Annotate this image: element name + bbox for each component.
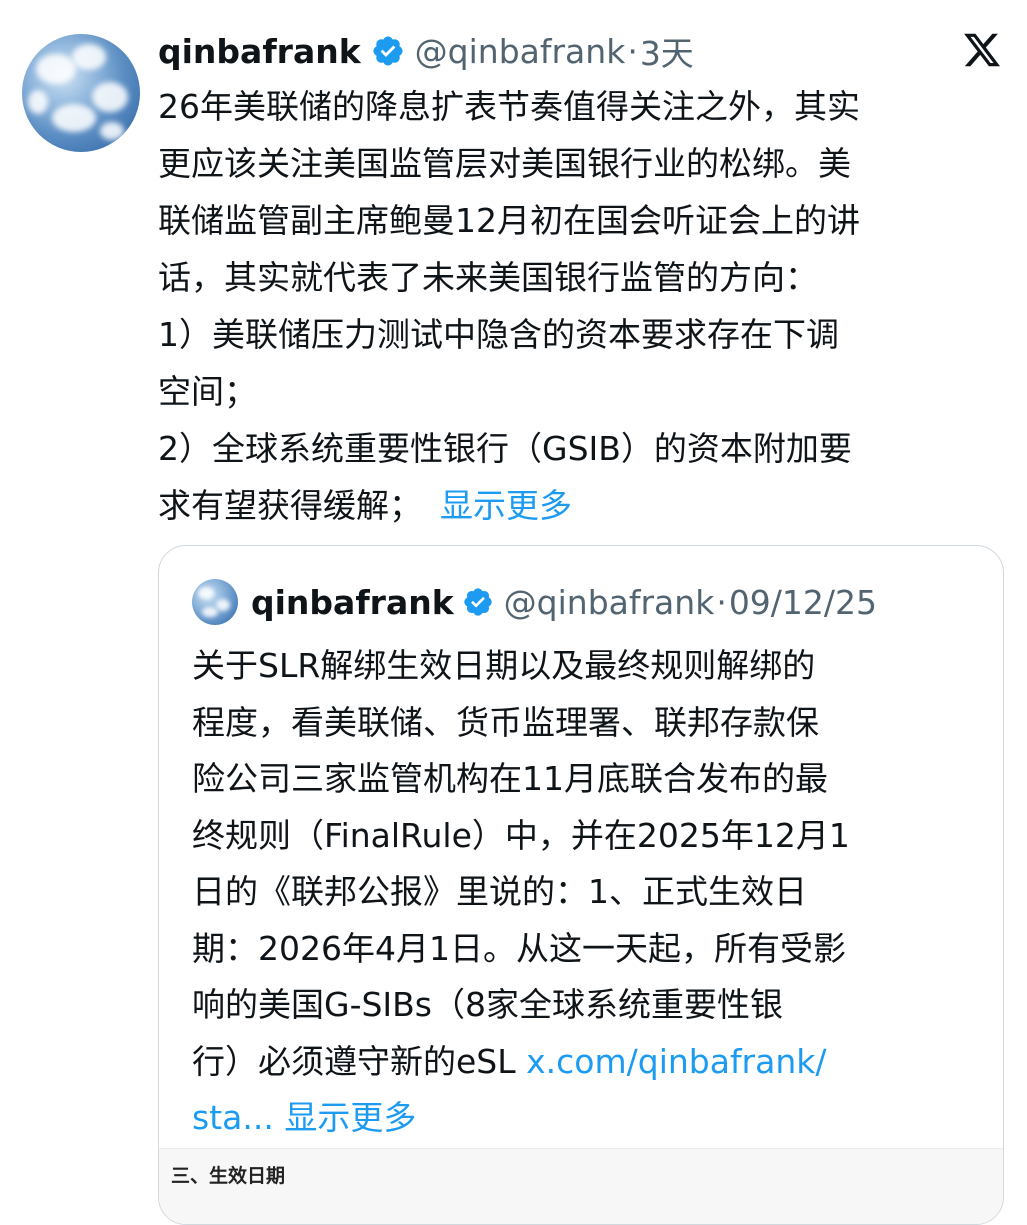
media-caption: 三、生效日期: [171, 1165, 286, 1187]
tweet[interactable]: qinbafrank @qinbafrank · 3天 26年美联储的降息扩表节…: [0, 0, 1027, 1225]
tweet-line: 1）美联储压力测试中隐含的资本要求存在下调: [158, 315, 839, 354]
tweet-line-last: 求有望获得缓解； 显示更多: [158, 477, 1003, 534]
show-more-link[interactable]: 显示更多: [440, 486, 572, 525]
quoted-line: 行）必须遵守新的eSL: [192, 1041, 527, 1081]
quoted-show-more-link[interactable]: 显示更多: [284, 1098, 416, 1137]
quoted-handle[interactable]: @qinbafrank: [504, 583, 715, 622]
tweet-line: 求有望获得缓解；: [158, 486, 422, 525]
tweet-header: qinbafrank @qinbafrank · 3天: [158, 28, 694, 74]
display-name[interactable]: qinbafrank: [158, 32, 361, 71]
quoted-tweet-card[interactable]: qinbafrank @qinbafrank · 09/12/25 关于SLR解…: [158, 545, 1004, 1225]
quoted-avatar[interactable]: [192, 579, 238, 625]
quoted-line: 期：2026年4月1日。从这一天起，所有受影: [192, 928, 846, 968]
quoted-url-link-tail[interactable]: sta...: [192, 1098, 274, 1137]
timestamp[interactable]: 3天: [640, 27, 694, 75]
quoted-line-tail: sta... 显示更多: [192, 1090, 982, 1147]
quoted-timestamp[interactable]: 09/12/25: [729, 583, 877, 622]
tweet-line: 话，其实就代表了未来美国银行监管的方向：: [158, 258, 818, 297]
separator-dot: ·: [716, 582, 727, 622]
quoted-line: 响的美国G-SIBs（8家全球系统重要性银: [192, 985, 783, 1024]
avatar[interactable]: [22, 34, 140, 152]
quoted-url-link[interactable]: x.com/qinbafrank/: [526, 1042, 826, 1081]
tweet-line: 更应该关注美国监管层对美国银行业的松绑。美: [158, 144, 851, 183]
verified-badge-icon: [462, 586, 494, 618]
quoted-media-image[interactable]: 三、生效日期: [159, 1148, 1003, 1224]
tweet-line: 2）全球系统重要性银行（GSIB）的资本附加要: [158, 429, 852, 468]
quoted-line: 日的《联邦公报》里说的：1、正式生效日: [192, 872, 807, 911]
quoted-line: 程度，看美联储、货币监理署、联邦存款保: [192, 702, 819, 742]
quoted-header: qinbafrank @qinbafrank · 09/12/25: [251, 579, 877, 625]
tweet-body: 26年美联储的降息扩表节奏值得关注之外，其实 更应该关注美国监管层对美国银行业的…: [158, 78, 1003, 534]
quoted-line-with-link: 行）必须遵守新的eSL x.com/qinbafrank/: [192, 1034, 982, 1091]
quoted-display-name[interactable]: qinbafrank: [251, 583, 454, 622]
verified-badge-icon: [371, 34, 405, 68]
separator-dot: ·: [627, 31, 638, 71]
quoted-body: 关于SLR解绑生效日期以及最终规则解绑的 程度，看美联储、货币监理署、联邦存款保…: [192, 638, 982, 1147]
tweet-line: 空间；: [158, 372, 257, 411]
tweet-line: 26年美联储的降息扩表节奏值得关注之外，其实: [158, 87, 860, 126]
quoted-line: 险公司三家监管机构在11月底联合发布的最: [192, 759, 828, 798]
tweet-line: 联储监管副主席鲍曼12月初在国会听证会上的讲: [158, 201, 860, 240]
quoted-line: 终规则（FinalRule）中，并在2025年12月1: [192, 815, 850, 855]
quoted-line: 关于SLR解绑生效日期以及最终规则解绑的: [192, 646, 816, 685]
x-logo-icon: [962, 30, 1002, 70]
handle[interactable]: @qinbafrank: [415, 32, 626, 71]
